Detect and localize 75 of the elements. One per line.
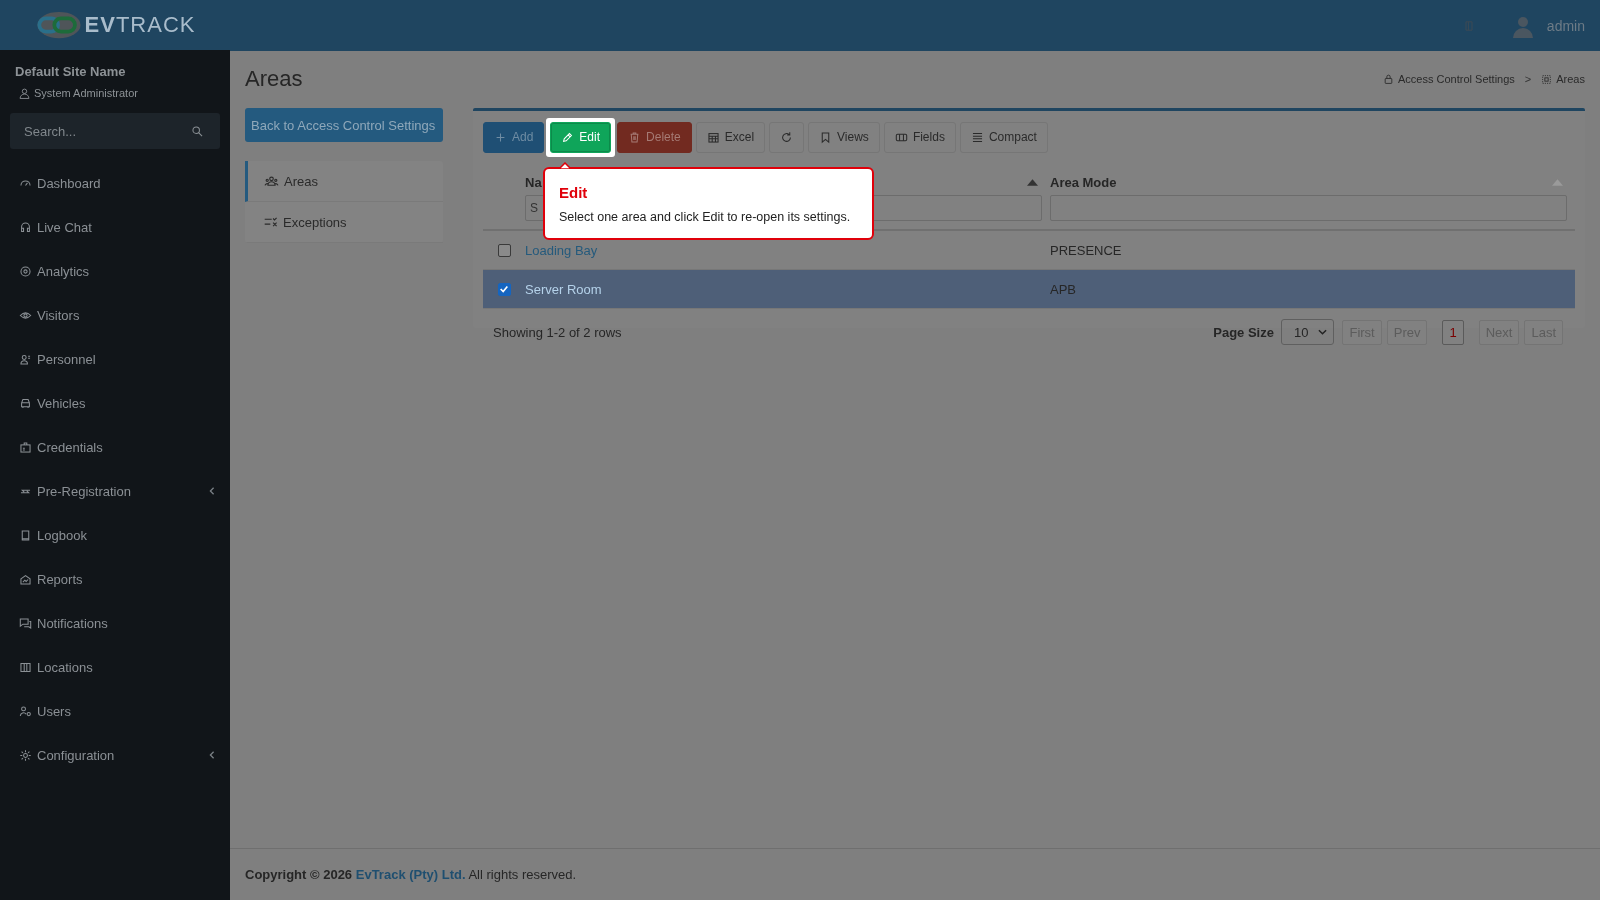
book-icon[interactable] bbox=[1462, 19, 1475, 32]
nav-item[interactable]: Personnel bbox=[0, 337, 230, 381]
nav-item[interactable]: Configuration bbox=[0, 733, 230, 777]
chat-icon bbox=[19, 616, 32, 630]
refresh-icon bbox=[780, 130, 794, 144]
toolbar-button[interactable]: Delete bbox=[617, 121, 692, 153]
book-icon bbox=[19, 528, 32, 542]
nav-item[interactable]: Pre-Registration bbox=[0, 469, 230, 513]
car-icon bbox=[19, 396, 32, 410]
nav-item[interactable]: Credentials bbox=[0, 425, 230, 469]
pagination-button[interactable]: 1 bbox=[1442, 319, 1464, 345]
area-name-link[interactable]: Server Room bbox=[525, 281, 602, 297]
person-icon bbox=[19, 352, 32, 366]
dotted-square-icon bbox=[1541, 73, 1553, 85]
headset-icon bbox=[19, 220, 32, 234]
id-badge-icon bbox=[19, 440, 32, 454]
nav-item[interactable]: Locations bbox=[0, 645, 230, 689]
sort-arrow-icon[interactable] bbox=[1552, 178, 1563, 186]
nav-item[interactable]: Analytics bbox=[0, 249, 230, 293]
house-chart-icon bbox=[19, 572, 32, 586]
back-button[interactable]: Back to Access Control Settings bbox=[245, 108, 443, 142]
map-icon bbox=[19, 660, 32, 674]
breadcrumb-link[interactable]: Areas bbox=[1556, 73, 1585, 85]
nav-item[interactable]: Users bbox=[0, 689, 230, 733]
lock-icon bbox=[1383, 73, 1395, 85]
toolbar-button[interactable]: Add bbox=[483, 121, 545, 153]
user-icon bbox=[19, 87, 30, 99]
target-icon bbox=[19, 264, 32, 278]
page-title: Areas bbox=[245, 66, 303, 92]
toolbar-button[interactable]: Compact bbox=[959, 121, 1048, 153]
pencil-icon bbox=[561, 130, 575, 144]
row-summary: Showing 1-2 of 2 rows bbox=[493, 324, 622, 340]
column-header[interactable]: Area Mode bbox=[1050, 174, 1117, 190]
spreadsheet-icon bbox=[706, 130, 720, 144]
users-icon bbox=[264, 176, 279, 186]
toolbar-button[interactable]: Views bbox=[808, 121, 880, 153]
search-field[interactable]: Search... bbox=[10, 113, 220, 149]
list-icon bbox=[970, 130, 984, 144]
table-row[interactable]: Server Room APB bbox=[483, 270, 1575, 309]
company-link[interactable]: EvTrack (Pty) Ltd. bbox=[355, 867, 466, 882]
toolbar-button[interactable]: Excel bbox=[695, 121, 766, 153]
row-checkbox[interactable] bbox=[497, 243, 511, 257]
nav-item[interactable]: Live Chat bbox=[0, 205, 230, 249]
logo-text: EVTRACK bbox=[84, 12, 196, 38]
search-icon bbox=[191, 125, 204, 138]
nav-item[interactable]: Notifications bbox=[0, 601, 230, 645]
nav-item[interactable]: Dashboard bbox=[0, 161, 230, 205]
row-checkbox[interactable] bbox=[497, 282, 511, 296]
nav-item[interactable]: Reports bbox=[0, 557, 230, 601]
submenu-item[interactable]: Areas bbox=[245, 161, 443, 202]
list-check-icon bbox=[264, 217, 278, 227]
tooltip-text: Select one area and click Edit to re-open its settings. bbox=[559, 210, 852, 224]
toolbar-button[interactable]: Fields bbox=[883, 121, 956, 153]
tooltip-title: Edit bbox=[559, 184, 589, 201]
page-size-select[interactable]: 10 bbox=[1280, 319, 1335, 345]
toolbar-button[interactable]: Edit bbox=[550, 121, 612, 153]
table-cell: APB bbox=[1050, 281, 1076, 297]
user-role: System Administrator bbox=[34, 87, 138, 99]
site-name: Default Site Name bbox=[15, 64, 127, 79]
caret-icon bbox=[1318, 329, 1328, 335]
nav-item[interactable]: Visitors bbox=[0, 293, 230, 337]
page-size-label: Page Size bbox=[1213, 324, 1274, 340]
sort-arrow-icon[interactable] bbox=[1027, 178, 1038, 186]
nav-item[interactable]: Logbook bbox=[0, 513, 230, 557]
nav-item[interactable]: Vehicles bbox=[0, 381, 230, 425]
table-cell: PRESENCE bbox=[1050, 242, 1122, 258]
copyright-text: Copyright © 2026 EvTrack (Pty) Ltd. All rights reserved. bbox=[245, 867, 577, 882]
submenu-item[interactable]: Exceptions bbox=[245, 202, 443, 243]
gear-icon bbox=[19, 748, 32, 762]
column-header[interactable]: Na bbox=[525, 174, 542, 190]
user-name[interactable]: admin bbox=[1546, 17, 1585, 34]
users-icon bbox=[19, 704, 32, 718]
toolbar-button[interactable] bbox=[769, 121, 805, 153]
breadcrumb-separator: > bbox=[1524, 73, 1532, 85]
breadcrumb-link[interactable]: Access Control Settings bbox=[1398, 73, 1515, 85]
